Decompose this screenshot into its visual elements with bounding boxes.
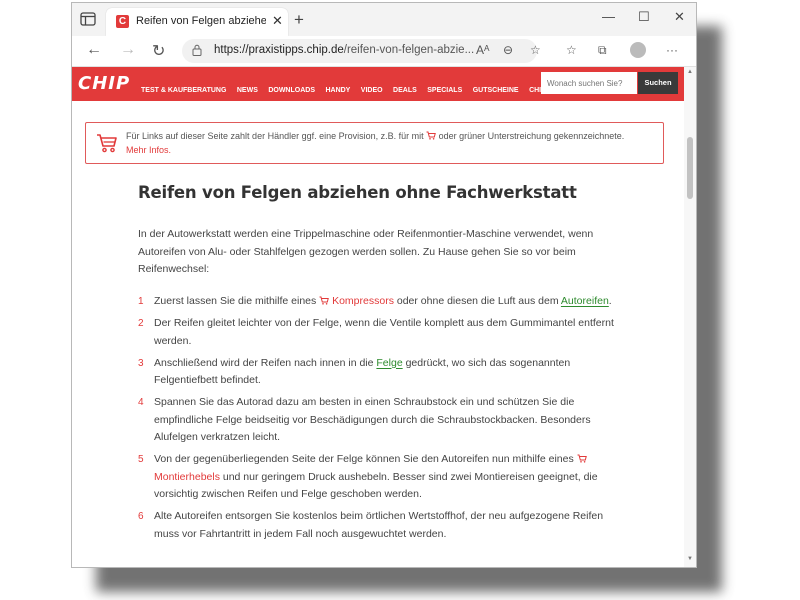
- read-aloud-icon[interactable]: Aᴬ: [476, 43, 489, 57]
- shopping-cart-icon: [97, 134, 117, 153]
- list-item: 5 Von der gegenüberliegenden Seite der F…: [138, 451, 614, 504]
- step-text: Alte Autoreifen entsorgen Sie kostenlos …: [154, 510, 604, 540]
- page-content: Für Links auf dieser Seite zahlt der Hän…: [72, 101, 684, 567]
- nav-item-downloads[interactable]: DOWNLOADS: [268, 87, 315, 94]
- lock-icon[interactable]: [192, 44, 202, 56]
- affiliate-notice: Für Links auf dieser Seite zahlt der Hän…: [85, 122, 664, 164]
- list-item: 3 Anschließend wird der Reifen nach inne…: [138, 355, 614, 390]
- scroll-up-icon[interactable]: ▲: [687, 69, 693, 75]
- more-info-link[interactable]: Mehr Infos.: [126, 145, 171, 155]
- back-button[interactable]: ←: [86, 41, 102, 59]
- nav-item-gutscheine[interactable]: GUTSCHEINE: [473, 87, 519, 94]
- article-intro: In der Autowerkstatt werden eine Trippel…: [138, 228, 594, 275]
- nav-item-deals[interactable]: DEALS: [393, 87, 417, 94]
- list-item: 6 Alte Autoreifen entsorgen Sie kostenlo…: [138, 508, 614, 543]
- link-felge[interactable]: Felge: [376, 357, 402, 369]
- site-nav-bar: CHIP TEST & KAUFBERATUNG NEWS DOWNLOADS …: [72, 67, 684, 101]
- shopping-cart-icon: [577, 454, 587, 463]
- profile-avatar[interactable]: [630, 42, 646, 58]
- nav-item-handy[interactable]: HANDY: [325, 87, 350, 94]
- nav-item-test[interactable]: TEST & KAUFBERATUNG: [141, 87, 226, 94]
- step-text: Von der gegenüberliegenden Seite der Fel…: [154, 453, 577, 465]
- url-path: /reifen-von-felgen-abzie...: [343, 44, 475, 56]
- tab-bar: C Reifen von Felgen abziehen: So g ✕ + —…: [72, 3, 696, 36]
- page-scrollbar[interactable]: ▲ ▼: [684, 67, 696, 567]
- step-text: Zuerst lassen Sie die mithilfe eines: [154, 295, 320, 307]
- article-title: Reifen von Felgen abziehen ohne Fachwerk…: [138, 183, 577, 202]
- shopping-cart-icon: [319, 296, 330, 305]
- list-item: 2 Der Reifen gleitet leichter von der Fe…: [138, 315, 614, 350]
- tab-actions-icon[interactable]: [80, 12, 96, 26]
- step-text: Spannen Sie das Autorad dazu am besten i…: [154, 396, 591, 443]
- step-text: .: [608, 295, 612, 307]
- step-number: 5: [138, 454, 144, 465]
- product-link-kompressor[interactable]: Kompressors: [332, 295, 394, 307]
- forward-button[interactable]: →: [120, 41, 136, 59]
- notice-text: Für Links auf dieser Seite zahlt der Hän…: [126, 130, 656, 157]
- step-number: 3: [138, 357, 144, 369]
- step-number: 6: [138, 511, 144, 522]
- url-host: https://praxistipps.chip.de: [214, 44, 344, 56]
- new-tab-button[interactable]: +: [294, 10, 304, 30]
- maximize-button[interactable]: ☐: [638, 9, 650, 25]
- nav-item-video[interactable]: VIDEO: [361, 87, 383, 94]
- steps-list: 1 Zuerst lassen Sie die mithilfe eines K…: [138, 293, 614, 548]
- step-text: Der Reifen gleitet leichter von der Felg…: [154, 317, 614, 347]
- site-search-button[interactable]: Suchen: [638, 72, 678, 94]
- notice-text-after: oder grüner Unterstreichung gekennzeichn…: [436, 131, 625, 141]
- minimize-button[interactable]: —: [602, 9, 615, 24]
- nav-item-news[interactable]: NEWS: [237, 87, 258, 94]
- step-number: 4: [138, 397, 144, 408]
- tab-title: Reifen von Felgen abziehen: So g: [136, 15, 266, 27]
- site-nav-items: TEST & KAUFBERATUNG NEWS DOWNLOADS HANDY…: [141, 79, 565, 97]
- chip-favicon-icon: C: [116, 15, 129, 28]
- browser-window: C Reifen von Felgen abziehen: So g ✕ + —…: [71, 2, 697, 568]
- step-text: oder ohne diesen die Luft aus dem: [393, 295, 561, 307]
- address-bar: ← → ↻ https://praxistipps.chip.de/reifen…: [72, 36, 696, 67]
- site-search-input[interactable]: [541, 72, 637, 94]
- shopping-cart-icon: [426, 131, 436, 140]
- add-favorite-icon[interactable]: ☆: [530, 43, 541, 57]
- step-number: 1: [138, 296, 144, 307]
- reload-button[interactable]: ↻: [152, 41, 165, 61]
- close-window-button[interactable]: ✕: [674, 9, 685, 25]
- tab-active[interactable]: C Reifen von Felgen abziehen: So g ✕: [106, 8, 288, 36]
- more-icon[interactable]: ···: [666, 43, 678, 57]
- notice-text-before: Für Links auf dieser Seite zahlt der Hän…: [126, 131, 427, 141]
- nav-item-specials[interactable]: SPECIALS: [427, 87, 462, 94]
- step-text: Anschließend wird der Reifen nach innen …: [154, 356, 377, 369]
- product-link-montierhebel[interactable]: Montierhebels: [154, 471, 220, 483]
- zoom-icon[interactable]: ⊖: [503, 43, 513, 57]
- step-number: 2: [138, 318, 144, 329]
- collections-icon[interactable]: ⧉: [598, 43, 607, 58]
- link-autoreifen[interactable]: Autoreifen: [561, 295, 609, 307]
- list-item: 1 Zuerst lassen Sie die mithilfe eines K…: [138, 293, 614, 311]
- scroll-down-icon[interactable]: ▼: [687, 556, 693, 562]
- site-logo[interactable]: CHIP: [78, 73, 130, 94]
- step-text: und nur geringem Druck aushebeln. Besser…: [154, 470, 598, 501]
- tab-close-icon[interactable]: ✕: [272, 13, 283, 29]
- favorites-icon[interactable]: ☆: [566, 43, 577, 57]
- list-item: 4 Spannen Sie das Autorad dazu am besten…: [138, 394, 614, 447]
- scrollbar-thumb[interactable]: [687, 137, 693, 199]
